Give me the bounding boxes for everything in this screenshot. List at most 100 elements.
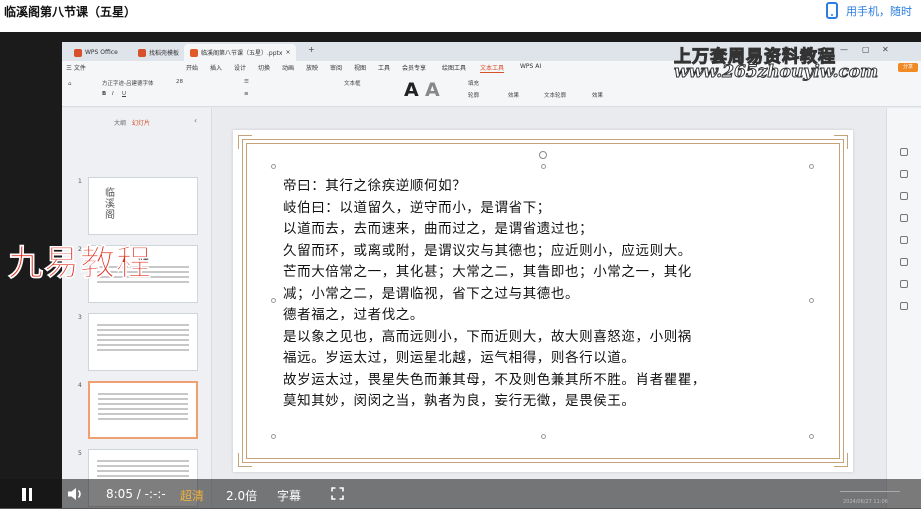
selection-handle[interactable] <box>271 298 276 303</box>
menu-design[interactable]: 设计 <box>234 63 246 72</box>
menu-drawing-tools[interactable]: 绘图工具 <box>442 63 466 72</box>
speed-button[interactable]: 2.0倍 <box>226 487 257 504</box>
wps-logo-icon <box>74 48 82 57</box>
player-controls: 8:05 / -:-:- 超清 2.0倍 字幕 2024/06/27 11:06 <box>0 479 921 509</box>
text-outline-button[interactable]: 文本轮廓 <box>544 91 566 99</box>
menu-view[interactable]: 视图 <box>354 63 366 72</box>
frame-corner <box>238 453 252 467</box>
share-button[interactable]: 分享 <box>898 63 918 72</box>
quality-button[interactable]: 超清 <box>180 487 204 504</box>
font-size-select[interactable]: 28 <box>176 79 183 85</box>
slide-thumbnail-4[interactable] <box>88 381 198 439</box>
menu-slideshow[interactable]: 放映 <box>306 63 318 72</box>
slide-text-line: 莫知其妙，闵闵之当，孰者为良，妄行无徵，是畏侯王。 <box>283 393 636 409</box>
text-style-a-button[interactable]: A <box>404 79 419 101</box>
right-tool-rail <box>886 108 921 509</box>
italic-button[interactable]: I <box>112 91 114 97</box>
menu-file[interactable]: 三 文件 <box>66 63 86 72</box>
underline-button[interactable]: U <box>122 91 126 97</box>
recording-timestamp: 2024/06/27 11:06 <box>843 499 888 505</box>
rotate-handle-icon[interactable] <box>539 151 547 159</box>
star-icon[interactable] <box>900 170 908 178</box>
align-icon[interactable]: ≡ <box>244 91 249 97</box>
zoom-slider[interactable] <box>840 491 900 492</box>
mobile-link-text[interactable]: 用手机，随时 <box>846 3 912 19</box>
current-slide[interactable]: 帝曰：其行之徐疾逆顺何如？ 岐伯曰：以道留久，逆守而小，是谓省下； 以道而去，去… <box>233 130 853 472</box>
thumb-lines <box>98 393 188 423</box>
collapse-panel-icon[interactable]: ‹ <box>194 116 197 125</box>
menu-wps-ai[interactable]: WPS AI <box>520 63 541 70</box>
properties-icon[interactable] <box>900 148 908 156</box>
mobile-link[interactable]: 用手机，随时 <box>826 2 912 19</box>
slide-text-line: 以道而去，去而速来，曲而过之，是谓省遗过也； <box>283 221 594 237</box>
menu-text-tools[interactable]: 文本工具 <box>480 63 505 73</box>
slide-text-line: 帝曰：其行之徐疾逆顺何如？ <box>283 178 467 194</box>
slide-text-line: 是以象之见也，高而远则小，下而近则大，故大则喜怒迩，小则祸 <box>283 328 692 345</box>
tab-template[interactable]: 找稻壳模板 <box>132 44 185 61</box>
restore-icon[interactable]: ▢ <box>862 45 870 54</box>
slide-text-line: 故岁运太过，畏星失色而兼其母，不及则色兼其所不胜。肖者瞿瞿， <box>283 371 706 388</box>
thumb-number: 1 <box>78 178 82 185</box>
tab-slides[interactable]: 幻灯片 <box>132 118 150 127</box>
fill-button[interactable]: 填充 <box>468 79 479 87</box>
format-painter-icon[interactable]: ⌂ <box>68 81 72 87</box>
video-player[interactable]: WPS Office 找稻壳模板 临溪阁第八节课（五星）.pptx × + — … <box>0 32 921 509</box>
magic-icon[interactable] <box>900 236 908 244</box>
brand-watermark: 九易教程 <box>8 244 153 285</box>
selection-handle[interactable] <box>809 164 814 169</box>
help-icon[interactable] <box>900 280 908 288</box>
image-icon[interactable] <box>900 214 908 222</box>
minimize-icon[interactable]: — <box>840 45 848 54</box>
text-style-a-light-button[interactable]: A <box>425 79 440 101</box>
menu-member[interactable]: 会员专享 <box>402 63 426 72</box>
menu-transition[interactable]: 切换 <box>258 63 270 72</box>
copy-icon[interactable] <box>900 192 908 200</box>
add-tab-icon[interactable]: + <box>308 45 315 54</box>
subtitle-button[interactable]: 字幕 <box>277 487 301 504</box>
slide-textbox[interactable]: 帝曰：其行之徐疾逆顺何如？ 岐伯曰：以道留久，逆守而小，是谓省下； 以道而去，去… <box>283 176 823 413</box>
menu-animation[interactable]: 动画 <box>282 63 294 72</box>
volume-icon[interactable] <box>67 487 85 501</box>
wps-screen: WPS Office 找稻壳模板 临溪阁第八节课（五星）.pptx × + — … <box>62 42 921 509</box>
menu-home[interactable]: 开始 <box>186 63 198 72</box>
font-name-select[interactable]: 方正字迹-吕建德字体 <box>102 79 154 87</box>
close-icon[interactable]: × <box>285 49 290 56</box>
selection-handle[interactable] <box>271 434 276 439</box>
thumb-lines <box>97 324 189 354</box>
tab-wps-office[interactable]: WPS Office <box>68 44 124 61</box>
frame-corner <box>834 135 848 149</box>
thumb-number: 5 <box>78 450 82 457</box>
window-close-icon[interactable]: ✕ <box>882 45 889 54</box>
page-title: 临溪阁第八节课（五星） <box>4 5 137 19</box>
bold-button[interactable]: B <box>102 91 106 97</box>
outline-button[interactable]: 轮廓 <box>468 91 479 99</box>
menu-tools[interactable]: 工具 <box>378 63 390 72</box>
menu-review[interactable]: 审阅 <box>330 63 342 72</box>
thumb-lines <box>97 460 189 480</box>
bullet-list-icon[interactable]: ☰ <box>244 79 249 85</box>
tab-document[interactable]: 临溪阁第八节课（五星）.pptx × <box>184 44 297 61</box>
playback-time: 8:05 / -:-:- <box>106 487 166 501</box>
template-icon <box>138 48 146 57</box>
feedback-icon[interactable] <box>900 302 908 310</box>
selection-handle[interactable] <box>271 164 276 169</box>
selection-handle[interactable] <box>541 434 546 439</box>
slide-thumbnail-1[interactable]: 临溪阁 <box>88 177 198 235</box>
tab-outline[interactable]: 大纲 <box>114 118 126 127</box>
textbox-button[interactable]: 文本框 <box>344 79 361 87</box>
slide-canvas: 帝曰：其行之徐疾逆顺何如？ 岐伯曰：以道留久，逆守而小，是谓省下； 以道而去，去… <box>213 108 886 509</box>
fullscreen-icon[interactable] <box>331 487 344 500</box>
panel-tabs: 大纲 幻灯片 <box>114 118 150 127</box>
selection-handle[interactable] <box>541 164 546 169</box>
selection-handle[interactable] <box>809 434 814 439</box>
text-effect-button[interactable]: 效果 <box>592 91 603 99</box>
slide-thumbnail-3[interactable] <box>88 313 198 371</box>
frame-corner <box>238 135 252 149</box>
slide-text-line: 福远。岁运太过，则运星北越，运气相得，则各行以道。 <box>283 350 636 366</box>
menu-insert[interactable]: 插入 <box>210 63 222 72</box>
layout-icon[interactable] <box>900 258 908 266</box>
effect-button[interactable]: 效果 <box>508 91 519 99</box>
slide-thumbnail-panel: 大纲 幻灯片 ‹ 1 临溪阁 2 五星 3 4 5 <box>62 108 212 509</box>
pause-icon[interactable] <box>22 488 32 501</box>
phone-icon <box>826 2 838 19</box>
